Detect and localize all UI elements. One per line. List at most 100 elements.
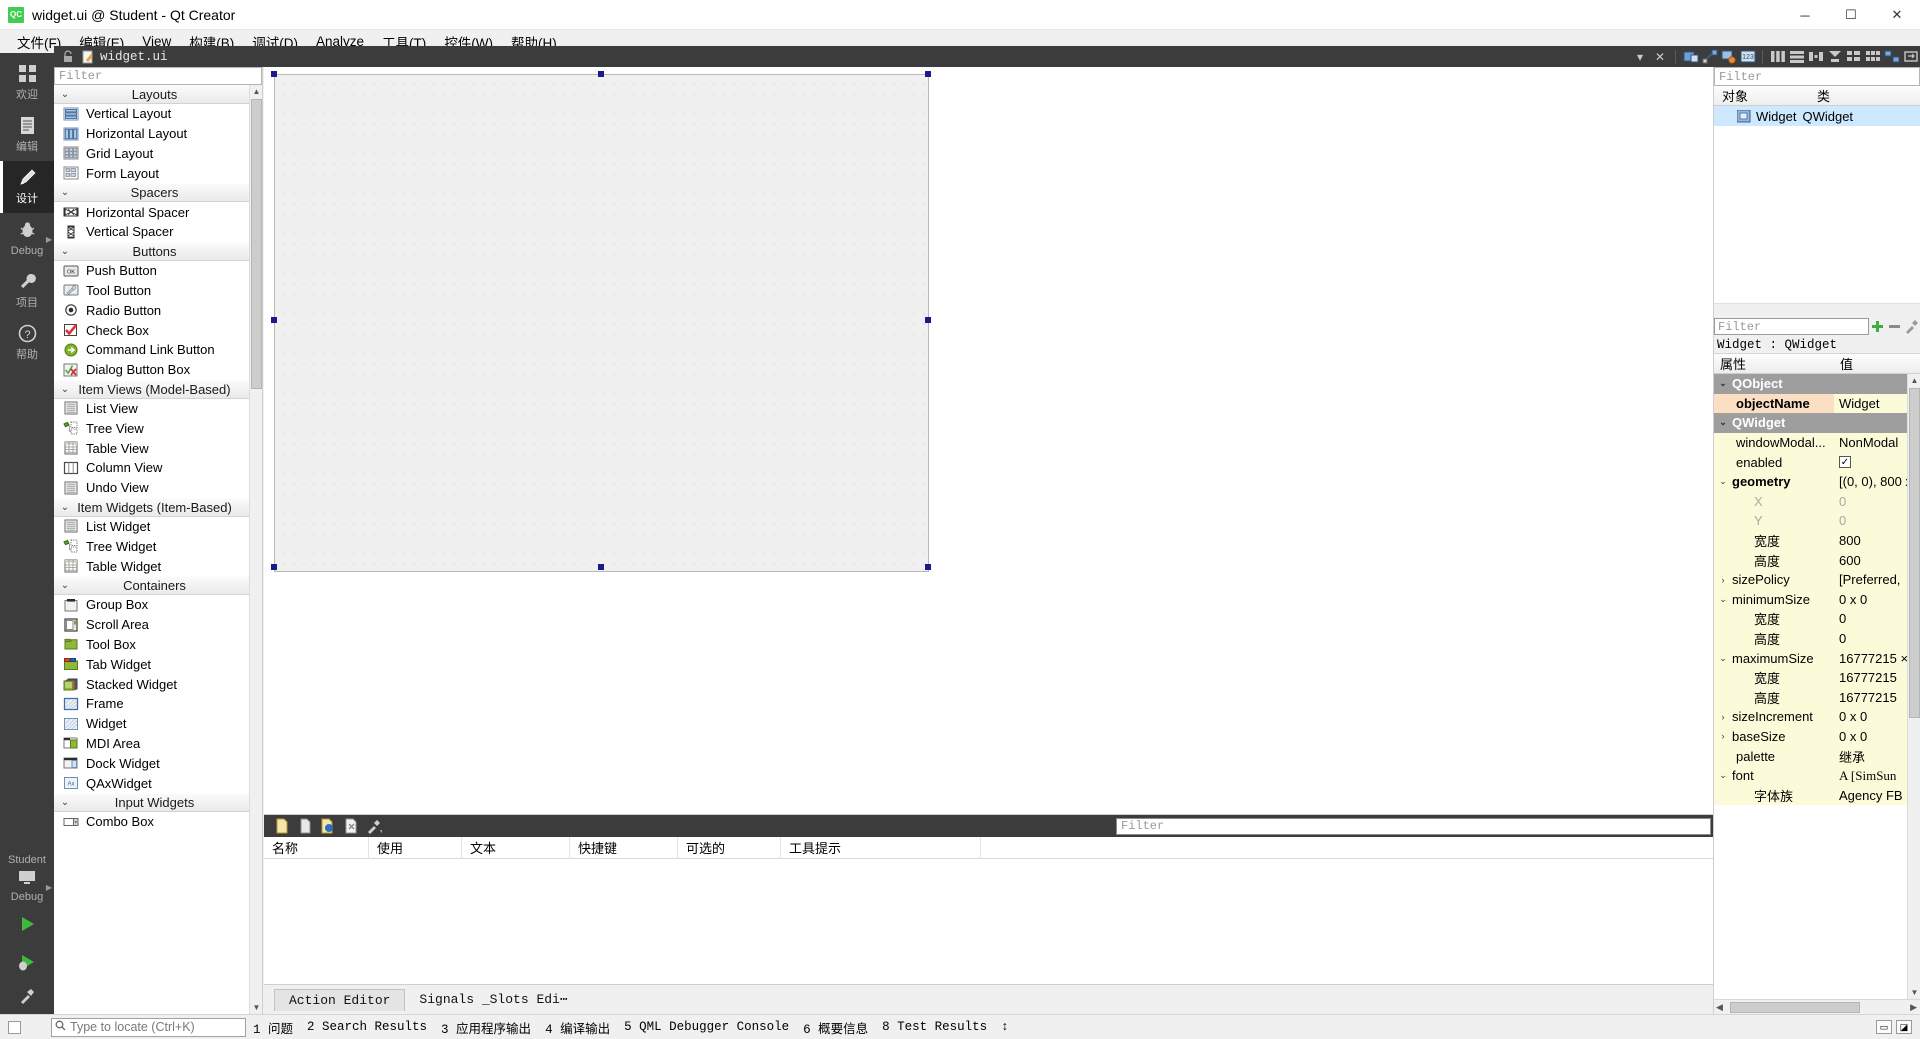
widget-box-scrollbar[interactable]: ▲ ▼ <box>249 85 262 1014</box>
widget-group-header-input-widgets[interactable]: ⌄ Input Widgets <box>54 792 249 812</box>
widget-group-header-layouts[interactable]: ⌄ Layouts <box>54 85 249 104</box>
action-column-0[interactable]: 名称 <box>264 836 369 859</box>
chevron-right-icon[interactable]: › <box>1714 575 1732 585</box>
widget-item-command-link-button[interactable]: Command Link Button <box>54 340 249 360</box>
edit-signals-slots-tool-icon[interactable] <box>1701 48 1718 65</box>
widget-item-tab-widget[interactable]: Tab Widget <box>54 654 249 674</box>
kit-selector[interactable]: Student Debug ▶ <box>0 852 54 1014</box>
delete-action-icon[interactable] <box>339 816 362 836</box>
build-button[interactable] <box>0 984 54 1014</box>
close-button[interactable]: ✕ <box>1874 0 1920 30</box>
scroll-up-icon[interactable]: ▲ <box>250 85 262 98</box>
chevron-right-icon[interactable]: › <box>1714 712 1732 722</box>
status-output-updown-icon[interactable]: ↕ <box>994 1020 1016 1034</box>
status-indicator-box[interactable] <box>8 1020 21 1034</box>
scroll-down-icon[interactable]: ▼ <box>250 1001 262 1014</box>
scrollbar-thumb[interactable] <box>1909 388 1920 718</box>
edit-tab-order-tool-icon[interactable]: 123 <box>1739 48 1756 65</box>
widget-item-mdi-area[interactable]: MDI Area <box>54 734 249 754</box>
kit-debug-mode[interactable]: Debug ▶ <box>0 866 54 908</box>
property-row--[interactable]: 高度 16777215 <box>1714 687 1907 708</box>
property-row--[interactable]: 宽度 16777215 <box>1714 667 1907 688</box>
widget-item-tree-widget[interactable]: Tree Widget <box>54 536 249 556</box>
column-class[interactable]: 类 <box>1809 86 1920 105</box>
widget-item-vertical-layout[interactable]: Vertical Layout <box>54 104 249 124</box>
widget-item-horizontal-spacer[interactable]: Horizontal Spacer <box>54 202 249 222</box>
widget-item-undo-view[interactable]: Undo View <box>54 478 249 498</box>
resize-handle-top-center[interactable] <box>598 71 604 77</box>
debug-run-button[interactable] <box>0 946 54 984</box>
chevron-down-icon[interactable]: ⌄ <box>1714 653 1732 664</box>
property-row-y[interactable]: Y0 <box>1714 511 1907 531</box>
widget-item-table-widget[interactable]: Table Widget <box>54 556 249 576</box>
widget-item-combo-box[interactable]: Combo Box <box>54 812 249 832</box>
adjust-size-icon[interactable] <box>1902 48 1919 65</box>
object-inspector-filter-input[interactable]: Filter <box>1714 67 1920 86</box>
configure-property-button[interactable] <box>1903 318 1920 335</box>
property-row-x[interactable]: X0 <box>1714 491 1907 512</box>
resize-handle-bottom-center[interactable] <box>598 564 604 570</box>
chevron-down-icon[interactable]: ⌄ <box>1714 417 1732 428</box>
property-row-sizeincrement[interactable]: › sizeIncrement 0 x 0 <box>1714 707 1907 727</box>
property-row-objectname[interactable]: objectName Widget <box>1714 393 1907 414</box>
widget-group-header-spacers[interactable]: ⌄ Spacers <box>54 183 249 203</box>
widget-group-header-buttons[interactable]: ⌄ Buttons <box>54 241 249 261</box>
resize-handle-middle-right[interactable] <box>925 317 931 323</box>
property-row-basesize[interactable]: › baseSize 0 x 0 <box>1714 726 1907 747</box>
action-column-3[interactable]: 快捷键 <box>570 836 678 859</box>
lock-icon[interactable] <box>58 47 78 66</box>
tab-signals-slots-editor[interactable]: Signals _Slots Edi⋯ <box>405 989 581 1011</box>
widget-group-header-containers[interactable]: ⌄ Containers <box>54 575 249 595</box>
mode-welcome[interactable]: 欢迎 <box>0 57 54 109</box>
add-property-button[interactable] <box>1869 318 1886 335</box>
property-row--[interactable]: 宽度 0 <box>1714 609 1907 629</box>
paste-action-icon[interactable] <box>316 816 339 836</box>
widget-group-header-item-views-model-based[interactable]: ⌄ Item Views (Model-Based) <box>54 379 249 399</box>
minimize-output-button[interactable]: ▭ <box>1876 1020 1892 1034</box>
widget-item-group-box[interactable]: Group Box <box>54 595 249 615</box>
property-row-qobject[interactable]: ⌄ QObject <box>1714 374 1907 394</box>
form-widget-qwidget[interactable] <box>274 74 929 572</box>
widget-item-form-layout[interactable]: Form Layout <box>54 163 249 183</box>
property-row-palette[interactable]: palette 继承 <box>1714 746 1907 766</box>
property-editor-filter-input[interactable]: Filter <box>1714 318 1869 335</box>
layout-vertically-icon[interactable] <box>1788 48 1805 65</box>
close-document-icon[interactable]: ✕ <box>1650 47 1670 66</box>
widget-item-dialog-button-box[interactable]: Dialog Button Box <box>54 360 249 380</box>
column-object[interactable]: 对象 <box>1714 86 1809 105</box>
chevron-down-icon[interactable]: ⌄ <box>1714 476 1732 487</box>
property-row--[interactable]: 高度 0 <box>1714 628 1907 649</box>
widget-group-header-item-widgets-item-based[interactable]: ⌄ Item Widgets (Item-Based) <box>54 497 249 517</box>
widget-item-vertical-spacer[interactable]: Vertical Spacer <box>54 222 249 242</box>
widget-box-filter-input[interactable]: Filter <box>54 67 262 85</box>
property-row--[interactable]: 宽度 800 <box>1714 530 1907 551</box>
maximize-button[interactable]: ☐ <box>1828 0 1874 30</box>
mode-debug[interactable]: Debug ▶ <box>0 213 54 265</box>
property-editor-scrollbar[interactable]: ▲ ▼ <box>1907 374 1920 999</box>
property-row--[interactable]: 字体族 Agency FB <box>1714 785 1907 806</box>
property-editor-hscrollbar[interactable]: ◀ ▶ <box>1714 999 1920 1014</box>
widget-item-tool-box[interactable]: Tool Box <box>54 635 249 655</box>
widget-item-list-widget[interactable]: List Widget <box>54 517 249 537</box>
resize-handle-top-right[interactable] <box>925 71 931 77</box>
resize-handle-bottom-right[interactable] <box>925 564 931 570</box>
column-property[interactable]: 属性 <box>1714 354 1834 373</box>
status-item-test-results[interactable]: 8 Test Results <box>875 1020 994 1034</box>
action-column-4[interactable]: 可选的 <box>678 836 781 859</box>
widget-item-tool-button[interactable]: Tool Button <box>54 281 249 301</box>
scroll-up-icon[interactable]: ▲ <box>1908 374 1920 387</box>
scrollbar-thumb[interactable] <box>251 99 262 389</box>
open-document-name[interactable]: widget.ui <box>98 50 168 64</box>
widget-item-push-button[interactable]: OK Push Button <box>54 261 249 281</box>
column-value[interactable]: 值 <box>1834 354 1920 373</box>
action-editor-rows[interactable] <box>264 859 1713 984</box>
action-column-5[interactable]: 工具提示 <box>781 836 981 859</box>
form-canvas[interactable] <box>264 67 1713 814</box>
widget-item-widget[interactable]: Widget <box>54 714 249 734</box>
widget-item-scroll-area[interactable]: Scroll Area <box>54 615 249 635</box>
widget-item-tree-view[interactable]: Tree View <box>54 418 249 438</box>
property-row-minimumsize[interactable]: ⌄ minimumSize 0 x 0 <box>1714 589 1907 610</box>
property-row-font[interactable]: ⌄ font A [SimSun <box>1714 765 1907 786</box>
property-row-sizepolicy[interactable]: › sizePolicy [Preferred, <box>1714 569 1907 590</box>
property-row-windowmodal-[interactable]: windowModal... NonModal <box>1714 432 1907 453</box>
